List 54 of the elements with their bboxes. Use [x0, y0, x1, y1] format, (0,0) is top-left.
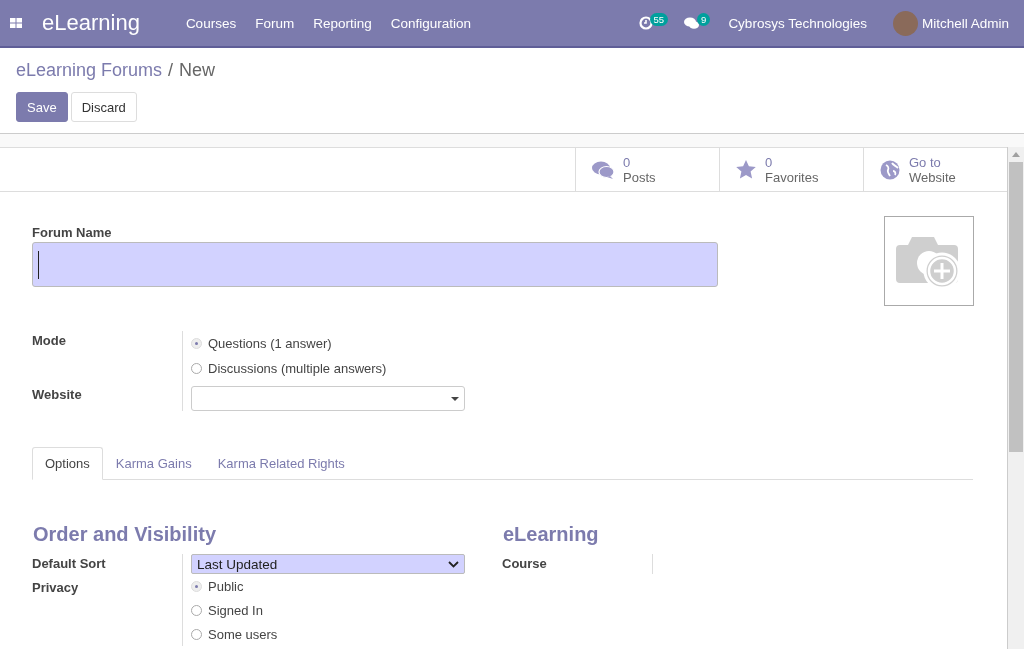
radio-label[interactable]: Public: [208, 578, 244, 594]
message-count-badge: 9: [697, 12, 711, 26]
radio-label[interactable]: Some users: [208, 626, 278, 642]
stat-label: Website: [909, 169, 956, 185]
stat-value: Go to: [909, 154, 941, 170]
field-label: Course: [502, 555, 548, 573]
forum-name-input[interactable]: [32, 242, 718, 287]
activity-count-badge: 55: [649, 12, 669, 26]
chat-bubbles-icon[interactable]: [684, 16, 701, 30]
radio-label[interactable]: Signed In: [208, 602, 263, 618]
clock-icon[interactable]: [638, 16, 653, 30]
scroll-up-arrow-icon[interactable]: [1012, 152, 1020, 157]
stat-value: 0: [765, 154, 773, 170]
radio-button[interactable]: [191, 363, 202, 374]
section-title: eLearning: [503, 523, 600, 546]
globe-icon: [880, 159, 900, 180]
website-select[interactable]: [191, 386, 465, 411]
tab[interactable]: Karma Related Rights: [204, 447, 358, 480]
radio-label[interactable]: Discussions (multiple answers): [208, 361, 387, 376]
section-title: Order and Visibility: [33, 523, 218, 546]
breadcrumb-separator: /: [168, 60, 174, 81]
apps-grid-icon[interactable]: [10, 18, 22, 28]
save-button[interactable]: Save: [16, 92, 68, 122]
app-name[interactable]: eLearning: [42, 10, 140, 36]
stat-label: Posts: [623, 169, 656, 185]
field-label: Website: [32, 387, 83, 402]
field-label: Privacy: [32, 580, 80, 595]
breadcrumb-link[interactable]: eLearning Forums: [16, 60, 163, 81]
menu-item[interactable]: Configuration: [390, 15, 472, 31]
field-label: Mode: [32, 333, 67, 348]
menu-item[interactable]: Courses: [185, 15, 237, 31]
scrollbar[interactable]: [1007, 147, 1024, 649]
menu-item[interactable]: Reporting: [313, 15, 372, 31]
user-avatar[interactable]: [892, 10, 918, 36]
tab[interactable]: Options: [32, 447, 103, 480]
default-sort-select[interactable]: Last Updated: [191, 554, 465, 574]
radio-button[interactable]: [191, 604, 202, 616]
radio-label[interactable]: Questions (1 answer): [208, 336, 332, 351]
star-icon: [736, 160, 756, 179]
comments-icon: [592, 160, 614, 179]
menu-item[interactable]: Forum: [255, 15, 295, 31]
stat-value: 0: [623, 154, 631, 170]
stat-label: Favorites: [765, 169, 819, 185]
user-menu[interactable]: Mitchell Admin: [921, 15, 1009, 31]
caret-icon: [451, 396, 459, 401]
field-label: Forum Name: [32, 225, 113, 240]
field-label: Default Sort: [32, 556, 107, 571]
chevron-down-icon: [448, 560, 459, 568]
company-switcher[interactable]: Cybrosys Technologies: [728, 15, 867, 31]
breadcrumb-current: New: [179, 60, 216, 81]
tab[interactable]: Karma Gains: [102, 447, 205, 480]
discard-button[interactable]: Discard: [70, 92, 137, 122]
radio-button[interactable]: [191, 628, 202, 640]
image-upload-box[interactable]: [884, 216, 974, 306]
